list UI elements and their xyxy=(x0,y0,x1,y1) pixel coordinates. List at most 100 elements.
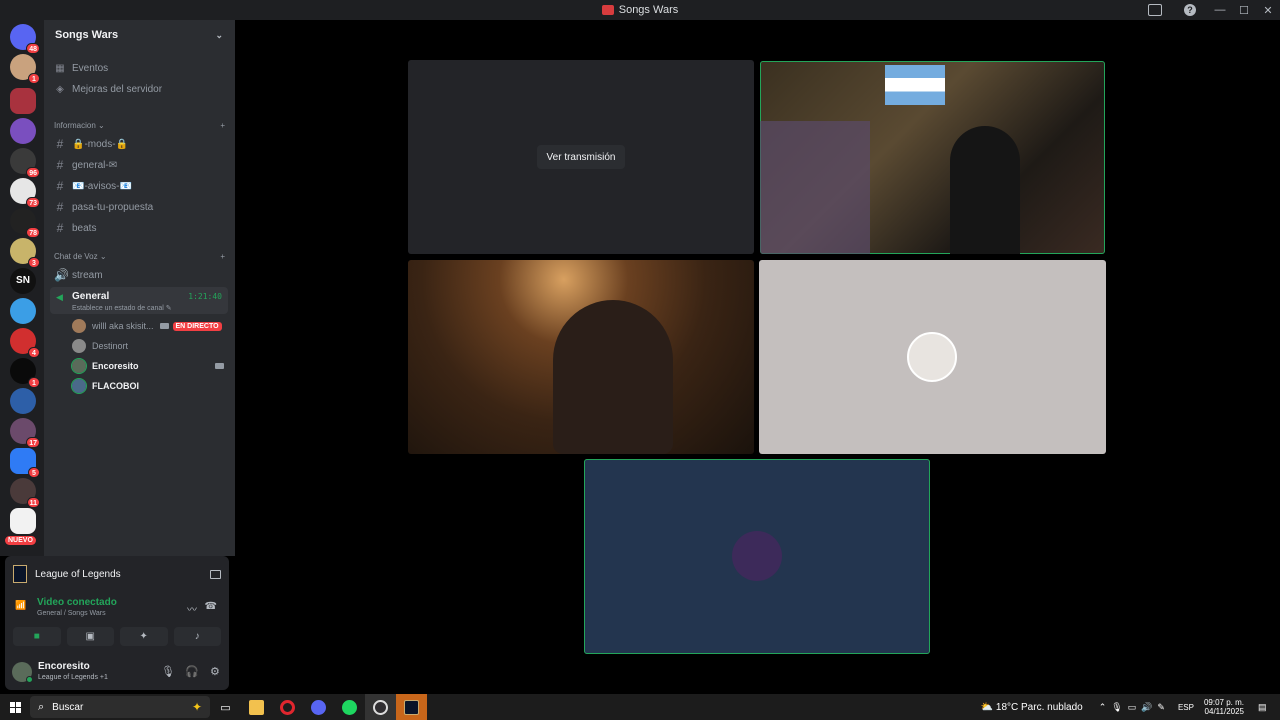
signal-icon[interactable]: 📶 xyxy=(15,600,26,611)
call-timer: 1:21:40 xyxy=(188,292,222,301)
camera-icon xyxy=(159,323,169,329)
league-client-button[interactable] xyxy=(396,694,427,720)
flag-image xyxy=(885,65,945,105)
system-tray: ⛅ 18°C Parc. nublado ⌃🎙▭🔊✎ ESP 09:07 p. … xyxy=(981,694,1280,720)
category-info[interactable]: Informacion ⌄ + xyxy=(54,121,225,130)
discord-taskbar-button[interactable] xyxy=(303,694,334,720)
server-header[interactable]: Songs Wars ⌄ xyxy=(44,20,235,50)
connection-title[interactable]: Video conectado xyxy=(37,597,117,608)
help-icon[interactable]: ? xyxy=(1184,4,1196,16)
clock[interactable]: 09:07 p. m. 04/11/2025 xyxy=(1204,698,1244,716)
person-silhouette xyxy=(950,126,1020,254)
server-icon[interactable]: 11 xyxy=(10,478,40,508)
channel-general[interactable]: # general-✉ xyxy=(54,156,117,174)
activities-button[interactable]: ✦ xyxy=(120,627,168,646)
username: Encoresito xyxy=(38,661,90,672)
inbox-icon[interactable] xyxy=(1148,4,1162,16)
channel-label: beats xyxy=(72,222,97,234)
avatar xyxy=(71,378,87,394)
server-icon[interactable]: 78 xyxy=(10,208,40,238)
server-icon[interactable]: 1 xyxy=(10,358,40,388)
tray-icons[interactable]: ⌃🎙▭🔊✎ xyxy=(1099,702,1170,713)
soundboard-button[interactable]: ♪ xyxy=(173,627,221,646)
voice-user[interactable]: Encoresito xyxy=(71,357,224,375)
boosts-link[interactable]: ◈ Mejoras del servidor xyxy=(54,80,162,98)
add-channel-icon[interactable]: + xyxy=(220,121,225,130)
game-activity[interactable]: League of Legends xyxy=(13,564,221,584)
hash-icon: # xyxy=(56,200,64,214)
voice-user[interactable]: willl aka skisit... EN DIRECTO xyxy=(72,317,224,335)
channel-mods[interactable]: # 🔒-mods-🔒 xyxy=(54,135,128,153)
disconnect-icon[interactable]: ☎ xyxy=(205,601,217,612)
server-icon[interactable] xyxy=(10,298,36,324)
channel-avisos[interactable]: # 📧-avisos-📧 xyxy=(54,177,132,195)
server-icon-sn[interactable]: SN xyxy=(10,268,36,294)
voice-user[interactable]: FLACOBOI xyxy=(71,377,224,395)
server-icon[interactable]: 17 xyxy=(10,418,40,448)
screen-share-icon[interactable] xyxy=(210,569,221,579)
current-user[interactable]: Encoresito League of Legends +1 🎙 🎧 ⚙ xyxy=(11,660,225,684)
spotify-button[interactable] xyxy=(334,694,365,720)
windows-taskbar: ⌕ Buscar ✦ ▭ ⛅ 18°C Parc. nublado ⌃🎙▭🔊✎ … xyxy=(0,694,1280,720)
search-placeholder: Buscar xyxy=(52,701,84,713)
unread-badge: 11 xyxy=(26,497,40,508)
video-stage: Ver transmisión xyxy=(235,20,1280,694)
date: 04/11/2025 xyxy=(1204,707,1244,716)
task-view-button[interactable]: ▭ xyxy=(210,694,241,720)
file-explorer-button[interactable] xyxy=(241,694,272,720)
taskbar-search[interactable]: ⌕ Buscar ✦ xyxy=(30,696,210,718)
share-screen-button[interactable]: ▣ xyxy=(66,627,114,646)
server-icon[interactable]: 4 xyxy=(10,328,40,358)
user-activity-status: League of Legends +1 xyxy=(38,674,108,681)
server-icon[interactable] xyxy=(10,508,36,534)
voice-user-name: Encoresito xyxy=(92,361,139,371)
chevron-down-icon: ⌄ xyxy=(215,29,223,40)
connection-subtitle[interactable]: General / Songs Wars xyxy=(37,610,106,617)
obs-button[interactable] xyxy=(365,694,396,720)
input-language[interactable]: ESP xyxy=(1178,703,1194,712)
video-tile-avatar[interactable] xyxy=(584,459,930,654)
noise-suppression-icon[interactable]: 〰 xyxy=(187,601,197,616)
minimize-button[interactable]: — xyxy=(1208,4,1232,16)
microphone-icon[interactable]: 🎙 xyxy=(161,665,175,678)
headphones-icon[interactable]: 🎧 xyxy=(185,665,199,678)
server-icon[interactable] xyxy=(10,118,36,144)
channel-label: 📧-avisos-📧 xyxy=(72,180,132,192)
server-icon-songs-wars[interactable] xyxy=(10,88,36,114)
video-tile-webcam[interactable] xyxy=(408,260,754,454)
opera-button[interactable] xyxy=(272,694,303,720)
video-tile-webcam[interactable] xyxy=(760,61,1105,254)
add-channel-icon[interactable]: + xyxy=(220,252,225,261)
boost-icon: ◈ xyxy=(56,83,64,95)
unread-badge: 5 xyxy=(28,467,40,478)
watch-stream-button[interactable]: Ver transmisión xyxy=(537,145,625,169)
channel-beats[interactable]: # beats xyxy=(54,219,97,237)
maximize-button[interactable]: ☐ xyxy=(1232,4,1256,17)
voice-channel-general[interactable]: ◀ General 1:21:40 Establece un estado de… xyxy=(50,287,228,314)
stream-tile[interactable]: Ver transmisión xyxy=(408,60,754,254)
start-button[interactable] xyxy=(0,701,30,713)
close-button[interactable]: ✕ xyxy=(1256,4,1280,17)
voice-channel-stream[interactable]: 🔊 stream xyxy=(54,266,103,284)
events-link[interactable]: ▦ Eventos xyxy=(54,59,108,77)
category-label: Chat de Voz ⌄ xyxy=(54,252,107,261)
gear-icon[interactable]: ⚙ xyxy=(210,665,220,678)
video-tile-avatar[interactable] xyxy=(759,260,1106,454)
online-status-dot xyxy=(26,676,33,683)
channel-pasa-tu-propuesta[interactable]: # pasa-tu-propuesta xyxy=(54,198,154,216)
server-icon[interactable] xyxy=(10,388,36,414)
server-icon[interactable]: 73 xyxy=(10,178,40,208)
direct-messages-button[interactable]: 48 xyxy=(10,24,40,54)
voice-user[interactable]: Destinort xyxy=(72,337,224,355)
server-icon[interactable]: 5 xyxy=(10,448,40,478)
server-icon[interactable]: 96 xyxy=(10,148,40,178)
camera-button[interactable]: ■ xyxy=(13,627,61,646)
server-icon[interactable]: 1 xyxy=(10,54,40,84)
hash-icon: # xyxy=(56,221,64,235)
avatar xyxy=(72,339,86,353)
notification-icon[interactable]: ▤ xyxy=(1258,702,1276,713)
server-icon[interactable]: 3 xyxy=(10,238,40,268)
weather-widget[interactable]: ⛅ 18°C Parc. nublado xyxy=(981,702,1083,713)
category-voice[interactable]: Chat de Voz ⌄ + xyxy=(54,252,225,261)
set-channel-status[interactable]: Establece un estado de canal ✎ xyxy=(72,304,172,312)
